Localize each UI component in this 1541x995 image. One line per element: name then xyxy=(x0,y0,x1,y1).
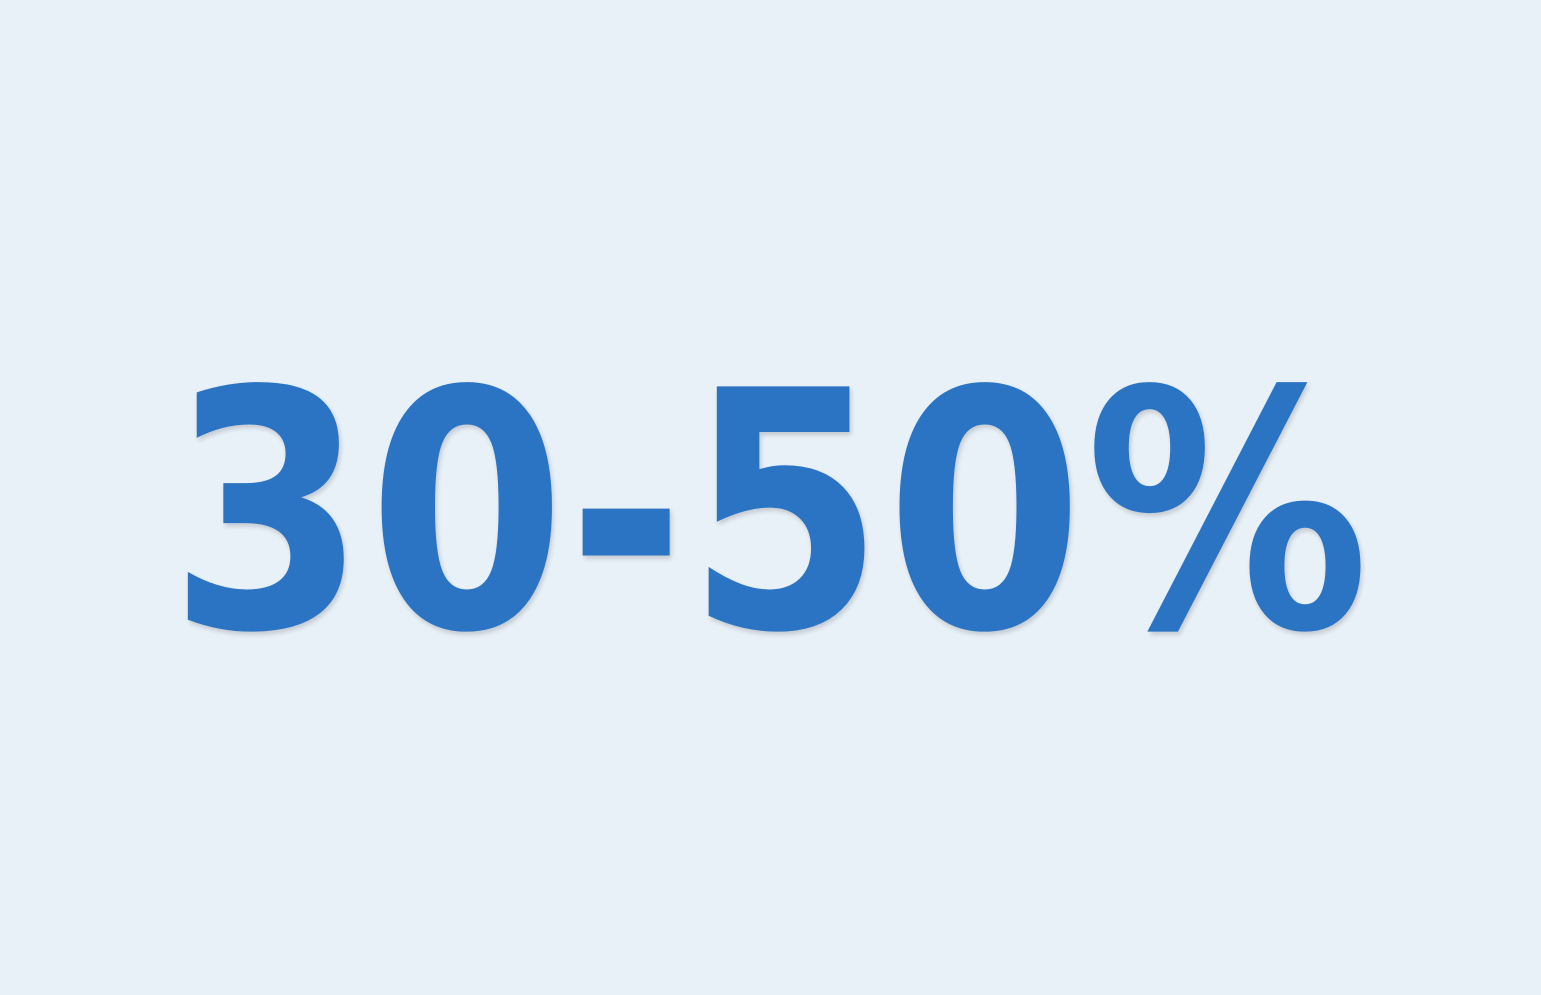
stat-slide: 30-50% xyxy=(0,0,1541,995)
percentage-range-stat: 30-50% xyxy=(169,320,1372,705)
